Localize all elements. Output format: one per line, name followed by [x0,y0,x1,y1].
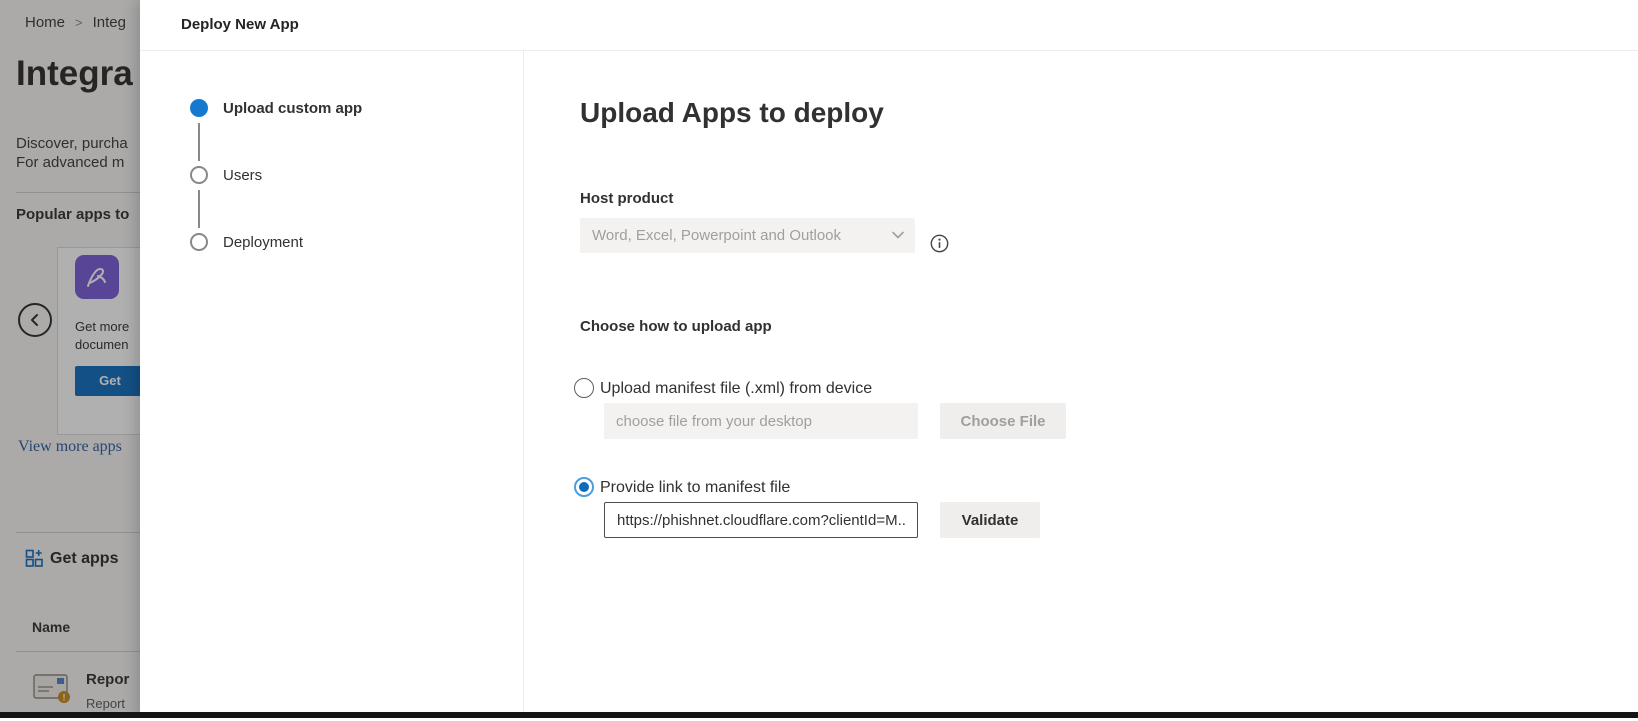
choose-file-button[interactable]: Choose File [940,403,1066,439]
chevron-down-icon [891,229,905,241]
step-label-users[interactable]: Users [223,167,262,184]
step-connector [198,123,200,161]
step-indicator-users [190,166,208,184]
divider [140,50,1638,51]
manifest-link-input[interactable] [604,502,918,538]
step-connector [198,190,200,228]
radio-upload-manifest-file[interactable] [574,378,594,398]
host-product-dropdown[interactable]: Word, Excel, Powerpoint and Outlook [580,218,915,253]
validate-button[interactable]: Validate [940,502,1040,538]
host-product-value: Word, Excel, Powerpoint and Outlook [592,227,841,244]
form-heading: Upload Apps to deploy [580,97,884,129]
step-label-upload-custom-app[interactable]: Upload custom app [223,100,362,117]
dialog-title: Deploy New App [181,16,299,33]
radio-upload-manifest-file-label[interactable]: Upload manifest file (.xml) from device [600,380,872,398]
info-icon [930,234,949,253]
step-indicator-deployment [190,233,208,251]
host-product-label: Host product [580,190,673,207]
host-product-info-button[interactable] [930,234,949,253]
radio-provide-link-label[interactable]: Provide link to manifest file [600,479,790,497]
step-indicator-upload-custom-app [190,99,208,117]
choose-upload-label: Choose how to upload app [580,318,772,335]
step-label-deployment[interactable]: Deployment [223,234,303,251]
modal-dim-overlay [0,0,140,721]
deploy-new-app-dialog: Deploy New App Upload custom app Users D… [140,0,1638,721]
divider [523,51,524,721]
radio-provide-link[interactable] [574,477,594,497]
radio-selected-dot [579,482,589,492]
manifest-file-input[interactable] [604,403,918,439]
